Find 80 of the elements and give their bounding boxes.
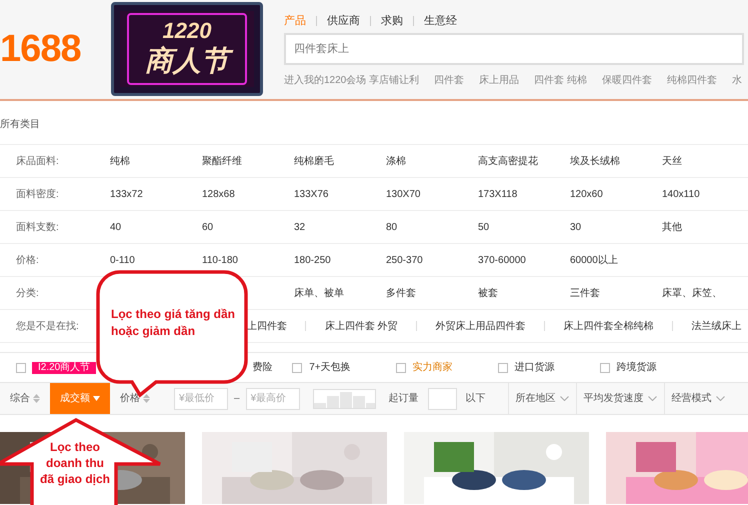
checkbox-label[interactable]: 7+天包换 — [309, 360, 351, 375]
filter-label: 面料密度: — [15, 188, 60, 202]
moq-label: 起订量 — [388, 392, 419, 406]
filter-option[interactable]: 173X118 — [478, 186, 570, 202]
sort-arrows-icon — [143, 394, 150, 403]
checkbox-label[interactable]: 跨境货源 — [616, 360, 657, 375]
search-field[interactable]: 四件套床上 — [284, 33, 744, 65]
chevron-down-icon — [648, 396, 657, 401]
filter-label: 分类: — [15, 286, 40, 300]
checkbox[interactable] — [600, 362, 610, 372]
filter-option[interactable]: 50 — [478, 220, 570, 234]
filter-option[interactable]: 32 — [294, 220, 386, 234]
filter-option[interactable]: 床罩、床笠、 — [662, 286, 748, 300]
filter-dropdown[interactable]: 平均发货速度 — [576, 383, 664, 414]
checkbox-label[interactable]: 进口货源 — [514, 360, 555, 375]
filter-option[interactable]: 120x60 — [570, 186, 662, 202]
filter-option[interactable]: 133X76 — [294, 186, 386, 202]
moq-field[interactable] — [428, 388, 457, 410]
suggestion-link[interactable]: 外贸床上用品四件套 — [436, 318, 526, 334]
filter-option[interactable]: 三件套 — [570, 286, 662, 300]
checkbox[interactable] — [292, 362, 302, 372]
filter-option[interactable]: 140x110 — [662, 186, 748, 202]
checkbox[interactable] — [498, 362, 508, 372]
callout-text: Lọc theo doanh thu đã giao dịch — [38, 439, 111, 487]
filter-option[interactable]: 高支高密提花 — [478, 154, 570, 168]
moq-suffix: 以下 — [466, 392, 486, 406]
filter-label: 床品面料: — [15, 154, 60, 168]
filter-label: 面料支数: — [15, 220, 60, 234]
suggestion-link[interactable]: 床上四件套全棉纯棉 — [564, 318, 654, 334]
filter-label: 价格: — [15, 254, 40, 268]
max-price-field[interactable]: ¥最高价 — [246, 388, 300, 410]
filter-option[interactable]: 133x72 — [110, 186, 202, 202]
filter-option[interactable]: 埃及长绒棉 — [570, 154, 662, 168]
filter-option[interactable]: 床单、被单 — [294, 286, 386, 300]
filter-option[interactable]: 110-180 — [202, 252, 294, 268]
sort-tab[interactable]: 价格 — [110, 383, 160, 414]
min-price-field[interactable]: ¥最低价 — [174, 388, 228, 410]
filter-option[interactable]: 聚酯纤维 — [202, 154, 294, 168]
filter-option[interactable]: 80 — [386, 220, 478, 234]
filter-option[interactable]: 370-60000 — [478, 252, 570, 268]
search-tab[interactable]: 生意经 — [424, 12, 457, 30]
filter-option[interactable]: 130X70 — [386, 186, 478, 202]
caret-icon — [93, 396, 100, 401]
filter-dropdown[interactable]: 所在地区 — [508, 383, 576, 414]
filter-option[interactable]: 其他 — [662, 220, 748, 234]
filter-option[interactable]: 天丝 — [662, 154, 748, 168]
promo-banner[interactable]: 1220 商人节 — [111, 2, 263, 96]
filter-dropdown[interactable]: 经营模式 — [664, 383, 732, 414]
checkbox[interactable] — [16, 362, 26, 372]
category-title: 所有类目 — [0, 118, 41, 132]
filter-option[interactable]: 30 — [570, 220, 662, 234]
filter-option[interactable]: 涤棉 — [386, 154, 478, 168]
chevron-down-icon — [716, 396, 725, 401]
filter-option[interactable]: 180-250 — [294, 252, 386, 268]
filter-option[interactable]: 0-110 — [110, 252, 202, 268]
filter-option[interactable]: 40 — [110, 220, 202, 234]
filter-option[interactable]: 60000以上 — [570, 252, 662, 268]
suggestion-link[interactable]: 床上四件套 外贸 — [324, 318, 398, 334]
filter-label: 您是不是在找: — [16, 320, 79, 334]
banner-title: 商人节 — [141, 43, 233, 79]
banner-year: 1220 — [162, 19, 212, 43]
chevron-down-icon — [560, 396, 569, 401]
search-tab[interactable]: 求购 — [381, 12, 403, 30]
sort-arrows-icon — [33, 394, 40, 403]
checkbox[interactable] — [396, 362, 406, 372]
filter-option[interactable]: 128x68 — [202, 186, 294, 202]
filter-option[interactable]: 纯棉磨毛 — [294, 154, 386, 168]
filter-text: 费险 — [252, 360, 272, 375]
suggestion-link[interactable]: 法兰绒床上 — [692, 318, 742, 334]
filter-option[interactable]: 纯棉 — [110, 154, 202, 168]
promo-badge: I2.20商人节 — [32, 362, 96, 374]
range-dash: – — [234, 392, 240, 406]
filter-option[interactable]: 250-370 — [386, 252, 478, 268]
filter-option[interactable]: 60 — [202, 220, 294, 234]
filter-option[interactable]: 多件套 — [386, 286, 478, 300]
filter-option[interactable]: 被套 — [478, 286, 570, 300]
sort-tab[interactable]: 综合 — [0, 383, 50, 414]
callout-text: Lọc theo giá tăng dần hoặc giảm dần — [111, 306, 236, 340]
search-tab[interactable]: 供应商 — [327, 12, 360, 30]
price-histogram-icon[interactable] — [312, 388, 376, 408]
